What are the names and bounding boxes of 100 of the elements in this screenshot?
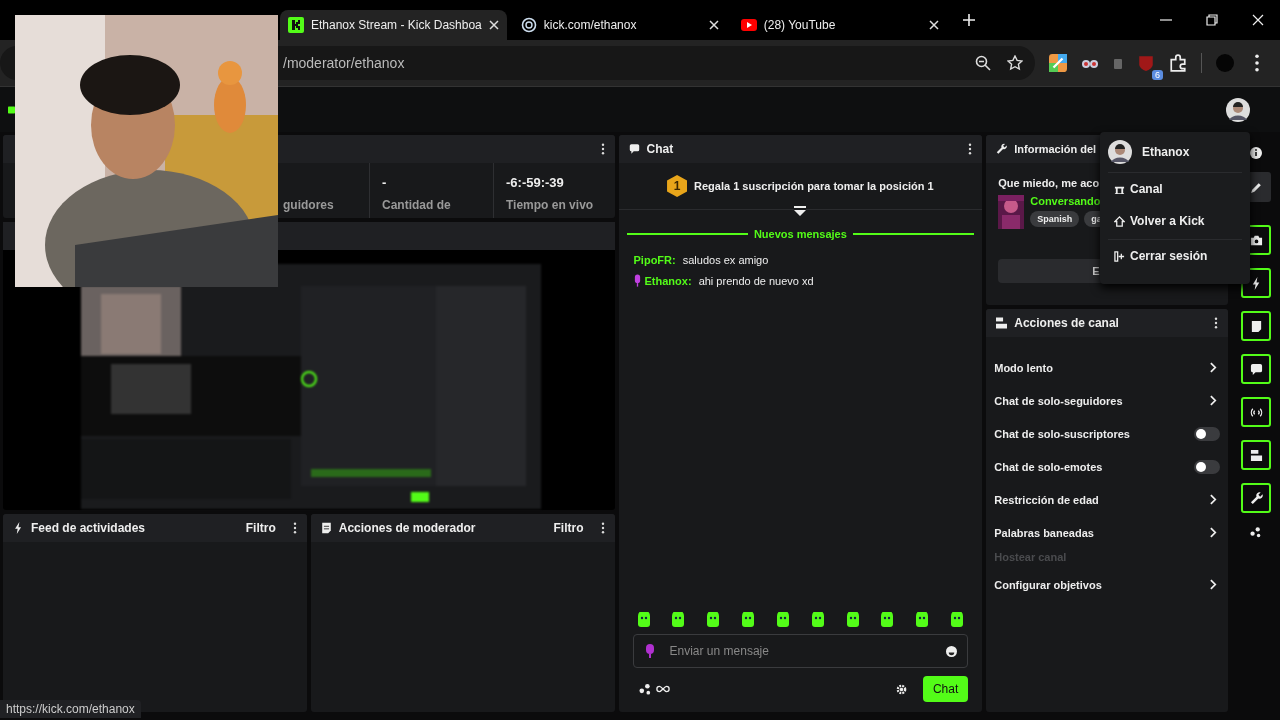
layout-button[interactable]	[1241, 440, 1272, 470]
chat-message: PipoFR: saludos ex amigo	[632, 253, 770, 268]
avatar-icon[interactable]	[1226, 97, 1250, 122]
emote-icon[interactable]	[949, 612, 966, 628]
stat-label: Cantidad de	[382, 198, 452, 212]
toggle-switch[interactable]	[1194, 459, 1221, 474]
emote-icon[interactable]	[844, 612, 861, 628]
status-url: https://kick.com/ethanox	[0, 700, 141, 718]
camera-icon	[1249, 233, 1263, 247]
close-icon[interactable]	[488, 20, 499, 30]
send-button[interactable]: Chat	[922, 676, 969, 702]
more-icon[interactable]	[968, 143, 973, 155]
close-icon[interactable]	[928, 20, 939, 30]
pinned-message: Regala 1 suscripción para tomar la posición 1	[694, 180, 934, 192]
puzzle-icon[interactable]	[1169, 54, 1187, 72]
pencil-icon	[1249, 180, 1263, 194]
info-icon[interactable]	[1250, 147, 1263, 159]
infinity-icon	[655, 685, 670, 693]
emote-icon[interactable]	[809, 612, 826, 628]
dots-cluster-icon[interactable]	[1250, 526, 1263, 538]
restore-icon[interactable]	[1206, 14, 1218, 26]
chat-bubble-icon	[628, 143, 640, 155]
filter-button[interactable]: Filtro	[543, 521, 594, 535]
panel-title: Información del	[1014, 143, 1097, 155]
chevron-icon[interactable]	[1210, 494, 1218, 505]
logout-icon	[1114, 250, 1125, 262]
emoji-icon[interactable]	[946, 645, 958, 657]
chevron-icon[interactable]	[1210, 395, 1218, 406]
stat-value: -	[382, 175, 388, 190]
microphone-icon[interactable]	[645, 644, 654, 658]
chat-message: Ethanox: ahi prendo de nuevo xd	[618, 270, 983, 291]
action-label[interactable]: Modo lento	[994, 361, 1053, 374]
browser-tab[interactable]: Ethanox Stream - Kick Dashboa	[280, 10, 507, 40]
emote-icon[interactable]	[635, 612, 652, 628]
note-button[interactable]	[1241, 311, 1272, 341]
collapse-icon[interactable]	[794, 206, 807, 216]
tab-title: Ethanox Stream - Kick Dashboa	[311, 18, 482, 32]
emote-icon[interactable]	[740, 612, 757, 628]
action-label[interactable]: Configurar objetivos	[994, 578, 1102, 591]
panel-title: Acciones de canal	[1014, 316, 1119, 330]
zoom-icon[interactable]	[975, 55, 991, 71]
tag-chip[interactable]: Spanish	[1030, 211, 1080, 227]
home-icon	[1114, 215, 1125, 227]
close-icon[interactable]	[708, 20, 719, 30]
note-icon	[320, 522, 332, 534]
wrench-icon	[996, 143, 1008, 155]
menu-item[interactable]: Canal	[1108, 173, 1242, 205]
more-icon[interactable]	[600, 143, 605, 155]
globe-icon	[520, 17, 537, 33]
chat-button[interactable]	[1241, 354, 1272, 384]
action-label[interactable]: Chat de solo-emotes	[994, 460, 1103, 473]
toggle-switch[interactable]	[1194, 426, 1221, 441]
action-label[interactable]: Chat de solo-suscriptores	[994, 427, 1130, 440]
dots-cluster-icon[interactable]	[638, 683, 652, 695]
k-logo-icon	[288, 17, 304, 33]
broadcast-button[interactable]	[1241, 397, 1272, 427]
layout-icon	[996, 317, 1008, 329]
panel-title: Feed de actividades	[31, 521, 146, 535]
message-box[interactable]: Enviar un mensaje	[632, 634, 969, 668]
menu-item[interactable]: Volver a Kick	[1108, 205, 1242, 237]
panel-title: Chat	[646, 142, 674, 156]
star-icon[interactable]	[1007, 55, 1023, 71]
message-field[interactable]: Enviar un mensaje	[667, 643, 933, 659]
tab-title: kick.com/ethanox	[543, 18, 638, 32]
more-icon[interactable]	[1214, 317, 1219, 329]
action-label[interactable]: Palabras baneadas	[994, 526, 1094, 539]
wrench-icon	[1249, 491, 1263, 505]
stat-label: guidores	[283, 198, 335, 212]
wrench-button[interactable]	[1241, 483, 1272, 513]
emote-icon[interactable]	[774, 612, 791, 628]
action-label[interactable]: Restricción de edad	[994, 493, 1099, 506]
play-logo-icon	[740, 17, 757, 33]
color-picker-icon[interactable]	[1049, 54, 1067, 72]
layout-icon	[1249, 448, 1263, 462]
extension-badge: 6	[1152, 70, 1163, 80]
emote-icon[interactable]	[705, 612, 722, 628]
stat-label: Tiempo en vivo	[506, 198, 595, 212]
settings-icon[interactable]	[895, 683, 907, 695]
bolt-icon	[13, 522, 24, 534]
more-icon[interactable]	[292, 522, 297, 534]
more-icon[interactable]	[600, 522, 605, 534]
new-tab-icon[interactable]	[962, 14, 975, 26]
filter-button[interactable]: Filtro	[235, 521, 286, 535]
emote-icon[interactable]	[670, 612, 687, 628]
chat-icon	[1249, 362, 1263, 376]
avatar-icon	[1108, 140, 1132, 164]
note-icon	[1249, 319, 1263, 333]
tab-title: (28) YouTube	[763, 18, 837, 32]
emote-icon[interactable]	[879, 612, 896, 628]
close-icon[interactable]	[1252, 14, 1264, 26]
new-messages-divider: Nuevos mensajes	[753, 228, 847, 240]
panel-title: Acciones de moderador	[338, 521, 476, 535]
action-label[interactable]: Chat de solo-seguidores	[994, 394, 1123, 407]
chevron-icon[interactable]	[1210, 362, 1218, 373]
stat-value: -6:-59:-39	[506, 175, 565, 190]
rank-badge: 1	[667, 175, 688, 197]
emote-icon[interactable]	[914, 612, 931, 628]
chevron-icon[interactable]	[1210, 527, 1218, 538]
user-name: Ethanox	[1142, 145, 1190, 159]
chevron-icon[interactable]	[1210, 579, 1218, 590]
